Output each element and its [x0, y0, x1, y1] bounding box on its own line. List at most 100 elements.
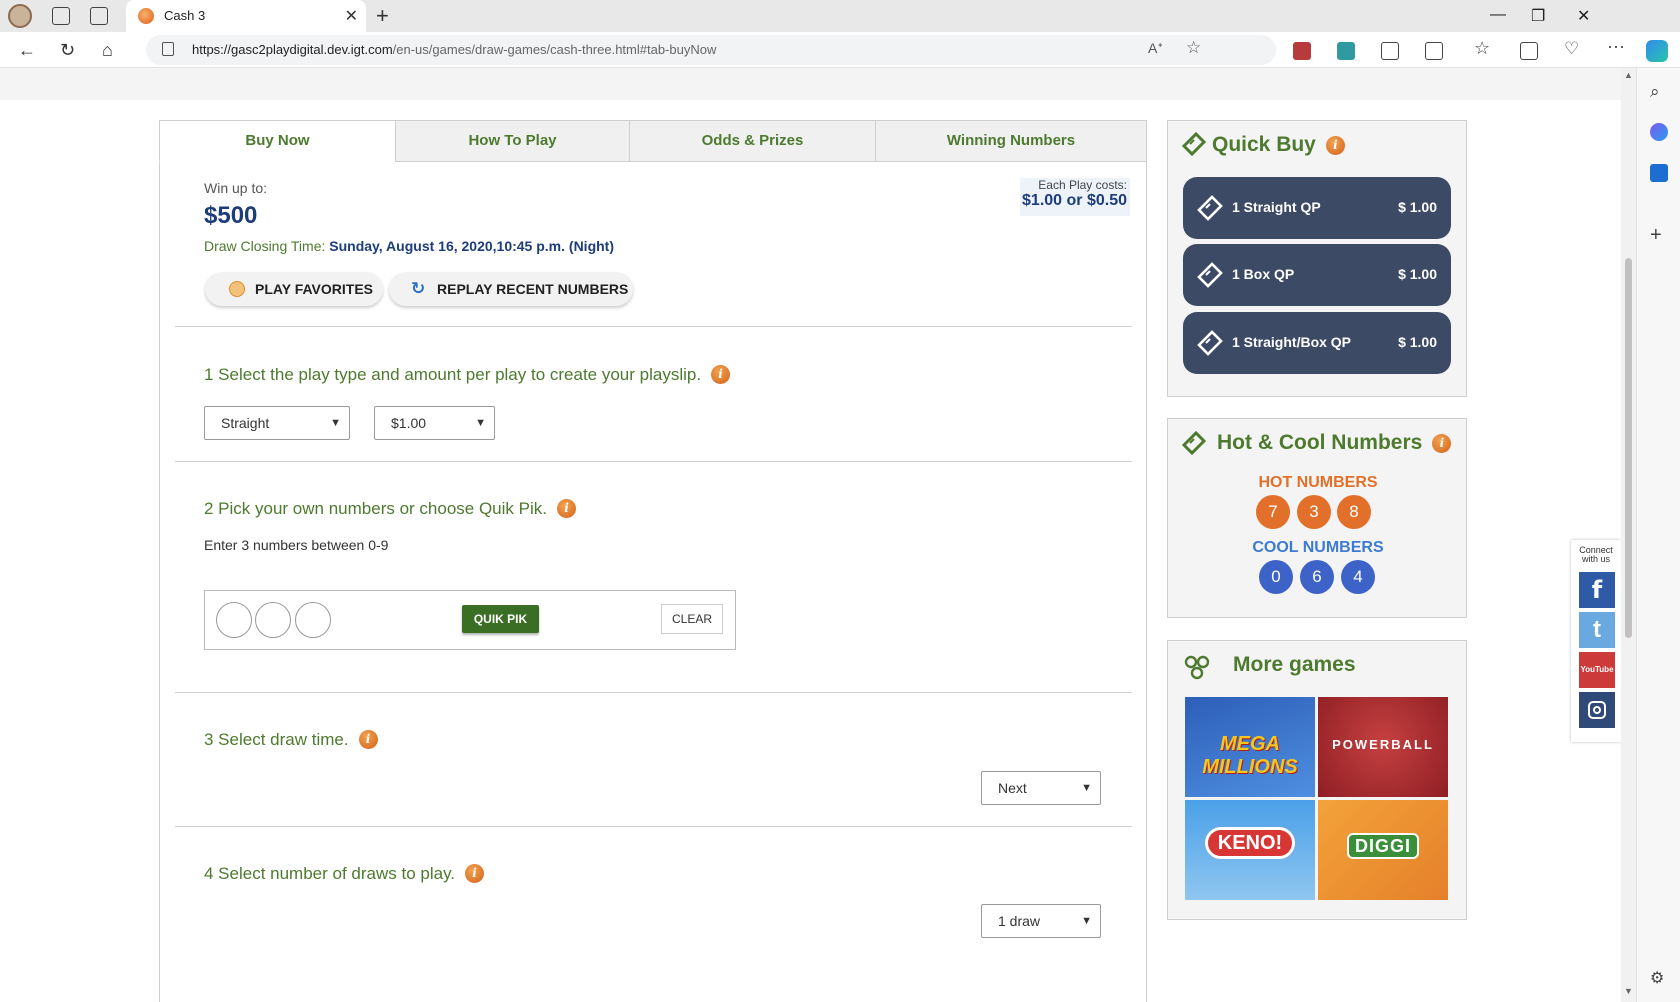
instagram-icon[interactable] — [1579, 692, 1615, 728]
game-tile-mega-millions[interactable]: MEGA MILLIONS — [1185, 697, 1315, 797]
home-icon[interactable]: ⌂ — [102, 40, 113, 61]
replay-recent-label: REPLAY RECENT NUMBERS — [437, 281, 629, 297]
hot-number-ball: 3 — [1297, 495, 1331, 529]
read-aloud-icon[interactable]: Aᐩ — [1148, 40, 1163, 57]
play-type-select[interactable]: Straight ▼ — [204, 406, 350, 440]
number-input-1[interactable] — [216, 602, 252, 638]
browser-essentials-icon[interactable]: ♡ — [1564, 39, 1579, 59]
replay-icon: ↻ — [411, 279, 426, 298]
heart-icon — [229, 281, 245, 297]
step-3-text: 3 Select draw time. — [204, 730, 349, 749]
quik-pik-button[interactable]: QUIK PIK — [462, 605, 539, 633]
browser-tab-strip: Cash 3 ✕ + — ❐ ✕ — [0, 0, 1680, 32]
chevron-down-icon: ▼ — [475, 417, 486, 429]
favorite-star-icon[interactable]: ☆ — [1186, 38, 1201, 58]
url-field[interactable]: https://gasc2playdigital.dev.igt.com/en-… — [146, 35, 1276, 65]
keno-logo-text: KENO! — [1204, 827, 1296, 859]
draws-count-select[interactable]: 1 draw ▼ — [981, 904, 1101, 938]
tab-odds-prizes[interactable]: Odds & Prizes — [629, 120, 876, 162]
workspaces-icon[interactable] — [52, 7, 70, 25]
info-icon[interactable]: i — [358, 730, 378, 749]
ticket-icon — [1197, 195, 1223, 221]
draw-time-value: Next — [998, 780, 1027, 796]
quick-buy-box-button[interactable]: 1 Box QP $ 1.00 — [1183, 244, 1451, 306]
info-icon[interactable]: i — [711, 365, 731, 384]
tab-winning-numbers[interactable]: Winning Numbers — [875, 120, 1147, 162]
close-window-icon[interactable]: ✕ — [1577, 6, 1590, 26]
quick-buy-label: 1 Straight/Box QP — [1232, 334, 1352, 350]
twitter-icon[interactable]: t — [1579, 612, 1615, 648]
quick-buy-straight-box-button[interactable]: 1 Straight/Box QP $ 1.00 — [1183, 312, 1451, 374]
extension-teal-icon[interactable] — [1337, 42, 1355, 60]
more-menu-icon[interactable]: ··· — [1607, 36, 1625, 57]
amount-select[interactable]: $1.00 ▼ — [374, 406, 495, 440]
game-tile-powerball[interactable]: POWERBALL — [1318, 697, 1448, 797]
clear-button[interactable]: CLEAR — [661, 604, 723, 634]
close-tab-icon[interactable]: ✕ — [345, 6, 358, 26]
page-scrollbar[interactable]: ▲ ▼ — [1621, 68, 1636, 1002]
page-content: Buy Now How To Play Odds & Prizes Winnin… — [0, 68, 1621, 1002]
sidebar-settings-icon[interactable]: ⚙ — [1650, 968, 1668, 987]
play-cost-label: Each Play costs: — [1038, 178, 1127, 192]
minimize-icon[interactable]: — — [1490, 6, 1506, 24]
tab-actions-icon[interactable] — [90, 7, 108, 25]
play-favorites-button[interactable]: PLAY FAVORITES — [205, 272, 383, 306]
draw-time-select[interactable]: Next ▼ — [981, 771, 1101, 805]
game-tile-keno[interactable]: KENO! — [1185, 800, 1315, 900]
scroll-up-icon[interactable]: ▲ — [1624, 70, 1633, 80]
favorites-icon[interactable]: ☆ — [1474, 38, 1490, 59]
cool-number-ball: 0 — [1259, 560, 1293, 594]
info-icon[interactable]: i — [1325, 136, 1345, 155]
page-top-band — [0, 68, 1621, 100]
facebook-icon[interactable]: f — [1579, 572, 1615, 608]
scrollbar-thumb[interactable] — [1625, 258, 1632, 638]
info-icon[interactable]: i — [465, 864, 485, 883]
number-input-2[interactable] — [255, 602, 291, 638]
step-3-heading: 3 Select draw time. i — [204, 730, 378, 750]
collections-icon[interactable] — [1520, 42, 1538, 60]
profile-avatar[interactable] — [8, 4, 32, 28]
sidebar-add-icon[interactable]: + — [1650, 224, 1668, 246]
top-prize: $500 — [204, 202, 258, 229]
game-tile-diggi[interactable]: DIGGI — [1318, 800, 1448, 900]
sidebar-discover-icon[interactable] — [1650, 123, 1668, 141]
hot-numbers-label: HOT NUMBERS — [1258, 474, 1378, 491]
play-favorites-label: PLAY FAVORITES — [255, 281, 373, 297]
section-divider — [175, 826, 1132, 827]
maximize-icon[interactable]: ❐ — [1531, 6, 1545, 26]
new-tab-icon[interactable]: + — [376, 3, 389, 29]
sidebar-search-icon[interactable]: ⌕ — [1650, 82, 1668, 101]
extensions-icon[interactable] — [1381, 42, 1399, 60]
quick-buy-price: $ 1.00 — [1398, 266, 1437, 282]
split-screen-icon[interactable] — [1425, 42, 1443, 60]
replay-recent-button[interactable]: ↻ REPLAY RECENT NUMBERS — [389, 272, 633, 306]
social-connect-bar: Connect with us f t YouTube — [1571, 540, 1621, 742]
sidebar-outlook-icon[interactable] — [1650, 164, 1668, 182]
back-icon[interactable]: ← — [18, 40, 36, 61]
extension-red-icon[interactable] — [1293, 42, 1311, 60]
more-games-title: More games — [1233, 653, 1356, 676]
browser-tab-title: Cash 3 — [164, 8, 206, 23]
quick-buy-title-text: Quick Buy — [1212, 133, 1316, 156]
number-input-3[interactable] — [295, 602, 331, 638]
info-icon[interactable]: i — [1432, 434, 1452, 453]
browser-tab-active[interactable]: Cash 3 ✕ — [126, 0, 366, 32]
play-cost-box: Each Play costs: $1.00 or $0.50 — [1020, 178, 1130, 216]
youtube-icon[interactable]: YouTube — [1579, 652, 1615, 688]
scroll-down-icon[interactable]: ▼ — [1624, 986, 1633, 996]
quick-buy-straight-button[interactable]: 1 Straight QP $ 1.00 — [1183, 177, 1451, 239]
games-rings-icon — [1184, 655, 1210, 680]
diggi-logo-text: DIGGI — [1346, 833, 1419, 859]
quick-buy-label: 1 Box QP — [1232, 266, 1295, 282]
site-favicon-icon — [138, 8, 154, 24]
win-up-to-label: Win up to: — [204, 180, 268, 196]
quick-buy-title: Quick Buy i — [1212, 133, 1345, 157]
refresh-icon[interactable]: ↻ — [60, 40, 75, 61]
play-type-value: Straight — [221, 415, 270, 431]
tab-buy-now[interactable]: Buy Now — [159, 120, 396, 162]
tab-how-to-play[interactable]: How To Play — [395, 120, 630, 162]
hot-cool-title-text: Hot & Cool Numbers — [1217, 431, 1423, 454]
step-4-text: 4 Select number of draws to play. — [204, 864, 456, 883]
copilot-icon[interactable] — [1646, 40, 1668, 62]
info-icon[interactable]: i — [556, 499, 576, 518]
